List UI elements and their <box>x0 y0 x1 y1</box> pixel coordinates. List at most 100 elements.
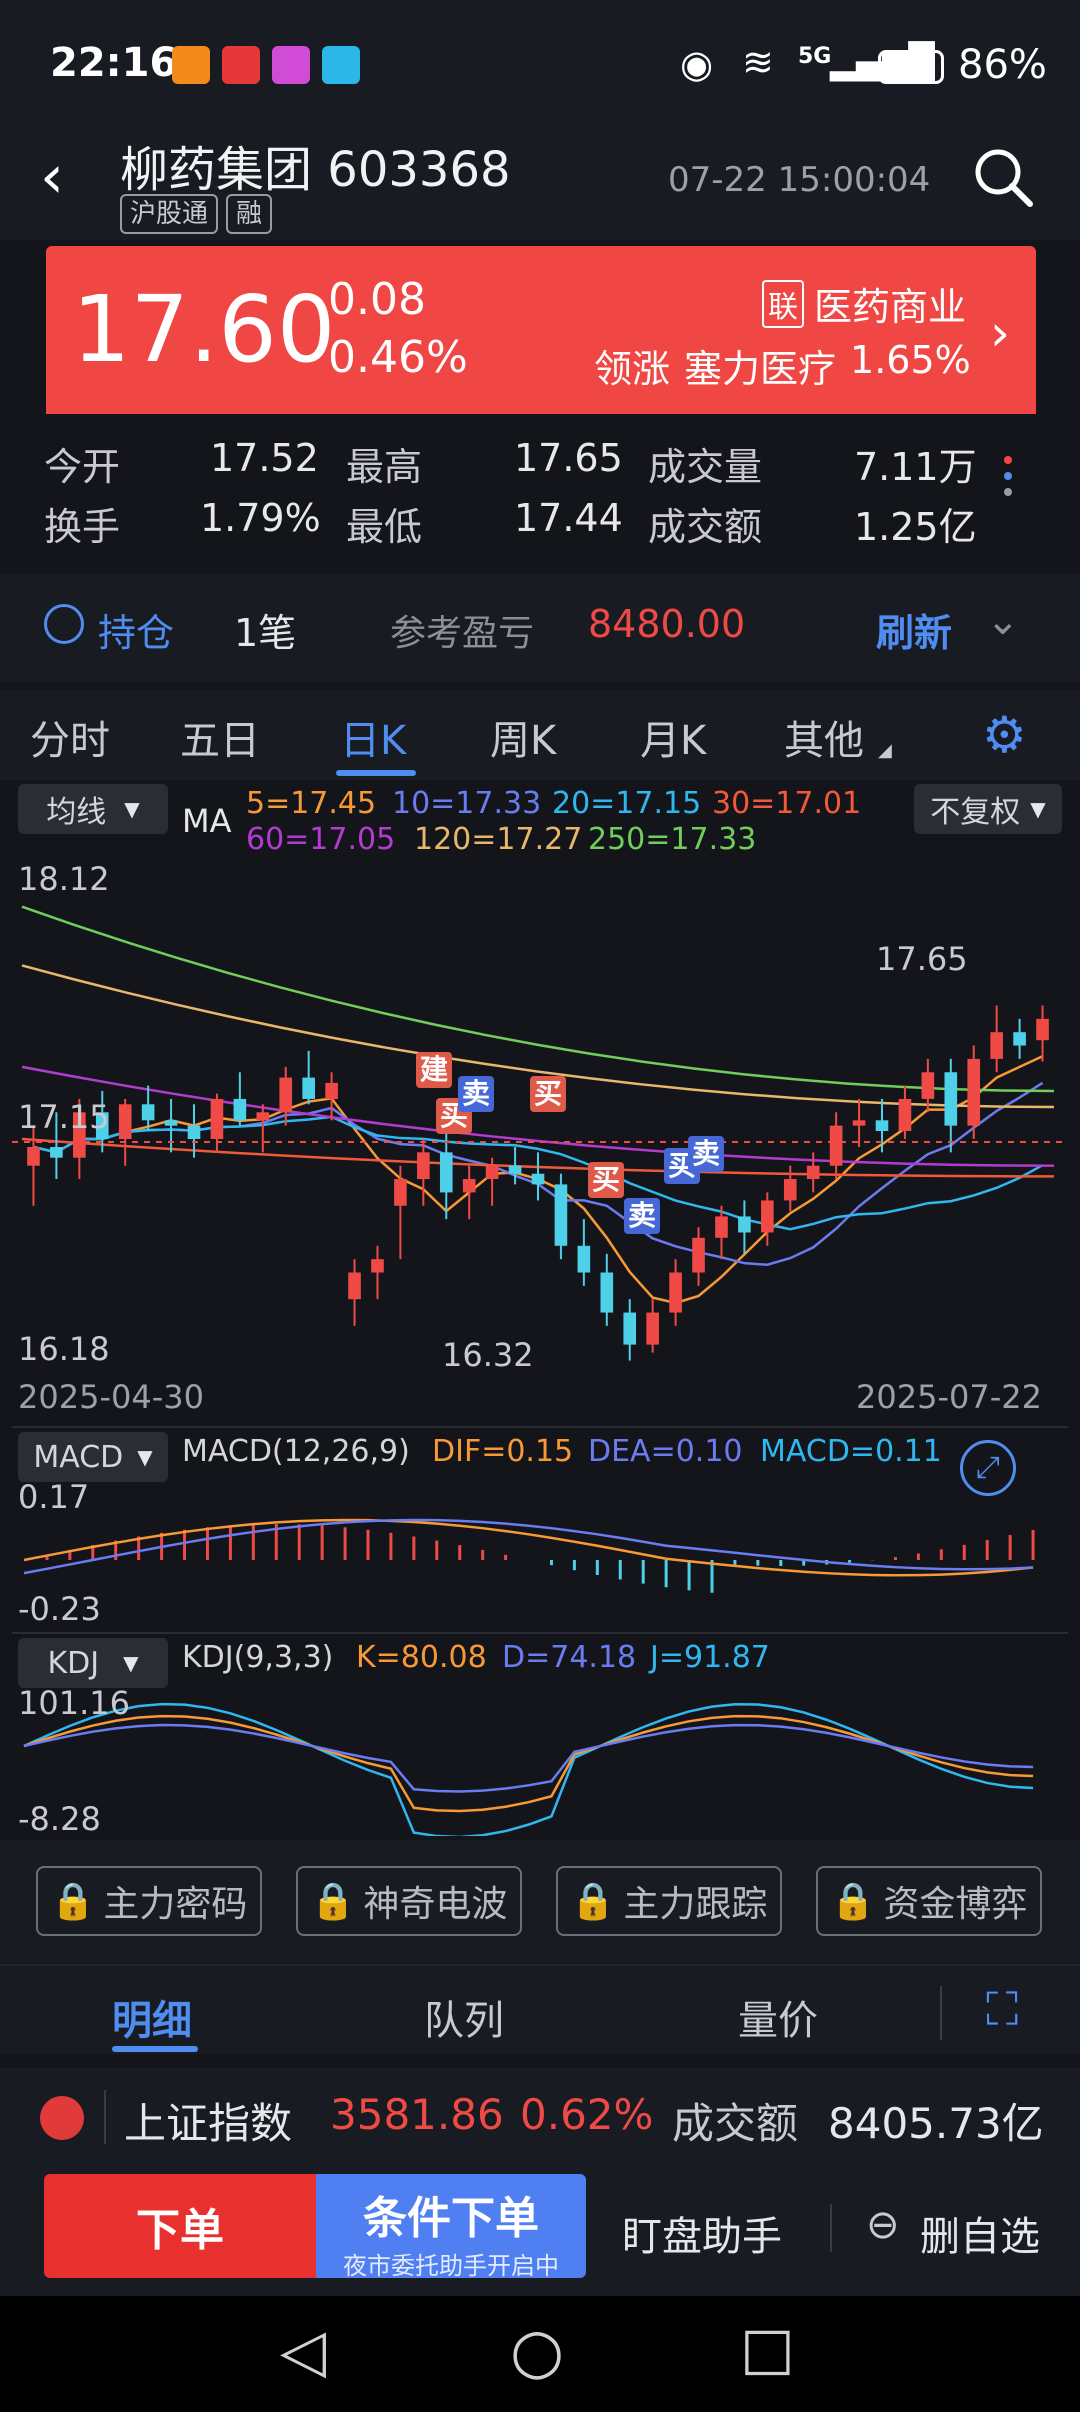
candle <box>692 1237 705 1273</box>
trade-mark-buy[interactable]: 买 <box>530 1076 566 1112</box>
kdj-d: D=74.18 <box>502 1640 637 1675</box>
divider <box>12 1426 1068 1428</box>
candle <box>164 1120 178 1126</box>
lock-icon: 🔒 <box>830 1881 876 1922</box>
candle <box>715 1216 728 1238</box>
candle <box>600 1272 614 1313</box>
candlestick-chart[interactable] <box>12 850 1068 1430</box>
eye-icon: ◉ <box>680 42 714 86</box>
macd-selector[interactable]: MACD ▼ <box>18 1432 168 1482</box>
stat-label: 成交额 <box>648 505 763 549</box>
feature-label: 主力密码 <box>103 1884 248 1925</box>
detail-tabs: 明细 队列 量价 ⛶ <box>0 1964 1080 2054</box>
position-label[interactable]: 持仓 <box>98 602 174 657</box>
minus-circle-icon: ⊖ <box>866 2202 900 2248</box>
tag-hk-connect: 沪股通 <box>120 194 219 234</box>
locked-feature-button[interactable]: 🔒 主力跟踪 <box>556 1866 782 1936</box>
trade-mark-build[interactable]: 建 <box>416 1052 452 1088</box>
candle <box>783 1179 797 1201</box>
app-icon <box>272 46 310 84</box>
kdj-selector[interactable]: KDJ ▼ <box>18 1638 168 1688</box>
candle <box>646 1312 659 1345</box>
macd-dif: DIF=0.15 <box>432 1434 574 1469</box>
candle <box>279 1077 293 1113</box>
back-icon[interactable]: ‹ <box>40 142 64 212</box>
stat-label: 最低 <box>346 505 423 549</box>
candle <box>669 1272 682 1313</box>
feature-buttons: 🔒 主力密码 🔒 神奇电波 🔒 主力跟踪 🔒 资金博弈 <box>0 1840 1080 1964</box>
chevron-right-icon[interactable]: › <box>990 304 1010 362</box>
tab-other[interactable]: 其他 <box>784 708 864 766</box>
fullscreen-icon[interactable]: ⛶ <box>986 1982 1018 2038</box>
stats-row: 换手 1.79% 最低 17.44 成交额 1.25亿 <box>44 496 984 556</box>
tab-volume-price[interactable]: 量价 <box>738 1988 818 2046</box>
leader-pct: 1.65% <box>850 338 971 382</box>
remove-watchlist-button[interactable]: 删自选 <box>920 2204 1040 2262</box>
kdj-selector-label: KDJ <box>47 1645 100 1681</box>
candle <box>577 1245 591 1273</box>
stat-value: 1.25亿 <box>854 505 977 549</box>
ma20-value: 20=17.15 <box>552 786 702 821</box>
tab-five-day[interactable]: 五日 <box>180 708 260 766</box>
candle <box>118 1104 132 1139</box>
trade-mark-sell[interactable]: 卖 <box>458 1076 494 1112</box>
macd-line <box>23 1518 1034 1575</box>
chevron-down-icon[interactable]: ⌄ <box>986 598 1020 644</box>
tab-daily-k[interactable]: 日K <box>340 708 406 766</box>
candle <box>141 1104 155 1121</box>
wifi-icon: ≋ <box>742 40 774 84</box>
tab-weekly-k[interactable]: 周K <box>490 708 556 766</box>
stats-row: 今开 17.52 最高 17.65 成交量 7.11万 <box>44 436 984 496</box>
ma-selector[interactable]: 均线 ▼ <box>18 784 168 834</box>
index-ticker[interactable]: 上证指数 3581.86 0.62% 成交额 8405.73亿 <box>0 2068 1080 2166</box>
tab-queue[interactable]: 队列 <box>424 1988 504 2046</box>
tab-monthly-k[interactable]: 月K <box>640 708 706 766</box>
locked-feature-button[interactable]: 🔒 主力密码 <box>36 1866 262 1936</box>
locked-feature-button[interactable]: 🔒 资金博弈 <box>816 1866 1042 1936</box>
trade-mark-sell[interactable]: 卖 <box>624 1198 660 1234</box>
ma-selector-label: 均线 <box>46 795 107 830</box>
more-dots-icon[interactable] <box>1004 456 1014 516</box>
watch-assistant-button[interactable]: 盯盘助手 <box>622 2204 782 2262</box>
kdj-y-top: 101.16 <box>18 1684 130 1722</box>
macd-y-top: 0.17 <box>18 1478 90 1516</box>
refresh-button[interactable]: 刷新 <box>876 602 952 657</box>
stat-value: 1.79% <box>200 496 321 540</box>
gear-icon[interactable]: ⚙ <box>982 706 1027 764</box>
adjust-selector[interactable]: 不复权 ▼ <box>914 784 1062 834</box>
candle <box>210 1098 224 1139</box>
nav-recents-icon[interactable]: □ <box>740 2314 795 2382</box>
macd-y-bottom: -0.23 <box>18 1590 101 1628</box>
index-name: 上证指数 <box>124 2099 293 2148</box>
conditional-order-button[interactable]: 条件下单 夜市委托助手开启中 <box>316 2174 586 2280</box>
caret-down-icon: ▼ <box>123 1651 139 1675</box>
sector-leader[interactable]: 领涨 塞力医疗 1.65% <box>594 338 971 393</box>
app-icon <box>172 46 210 84</box>
app-icon <box>322 46 360 84</box>
tab-intraday[interactable]: 分时 <box>30 708 110 766</box>
sector-name: 医药商业 <box>814 285 967 329</box>
candle <box>921 1072 935 1099</box>
tab-detail[interactable]: 明细 <box>112 1988 192 2046</box>
lock-icon: 🔒 <box>570 1881 616 1922</box>
locked-feature-button[interactable]: 🔒 神奇电波 <box>296 1866 522 1936</box>
nav-back-icon[interactable]: ◁ <box>280 2316 326 2386</box>
ma-label: MA <box>182 802 232 840</box>
index-amount-label: 成交额 <box>672 2099 799 2148</box>
order-button[interactable]: 下单 <box>44 2174 316 2278</box>
stats-grid: 今开 17.52 最高 17.65 成交量 7.11万 换手 1.79% 最低 … <box>0 414 1080 574</box>
tab-indicator <box>336 770 416 776</box>
feature-label: 资金博弈 <box>883 1884 1028 1925</box>
candle <box>898 1098 912 1131</box>
search-icon[interactable] <box>972 146 1036 210</box>
lock-icon: 🔒 <box>50 1881 96 1922</box>
cond-order-sub: 夜市委托助手开启中 <box>343 2252 559 2280</box>
divider <box>104 2090 106 2144</box>
trade-mark-sell[interactable]: 卖 <box>688 1136 724 1172</box>
kdj-line <box>23 1723 1034 1793</box>
chart-area: 均线 ▼ MA 5=17.45 10=17.33 20=17.15 30=17.0… <box>12 780 1068 1840</box>
caret-down-icon: ▼ <box>137 1445 153 1469</box>
sector-link[interactable]: 联 医药商业 <box>762 276 966 331</box>
nav-home-icon[interactable]: ○ <box>510 2314 564 2387</box>
trade-mark-buy[interactable]: 买 <box>588 1162 624 1198</box>
